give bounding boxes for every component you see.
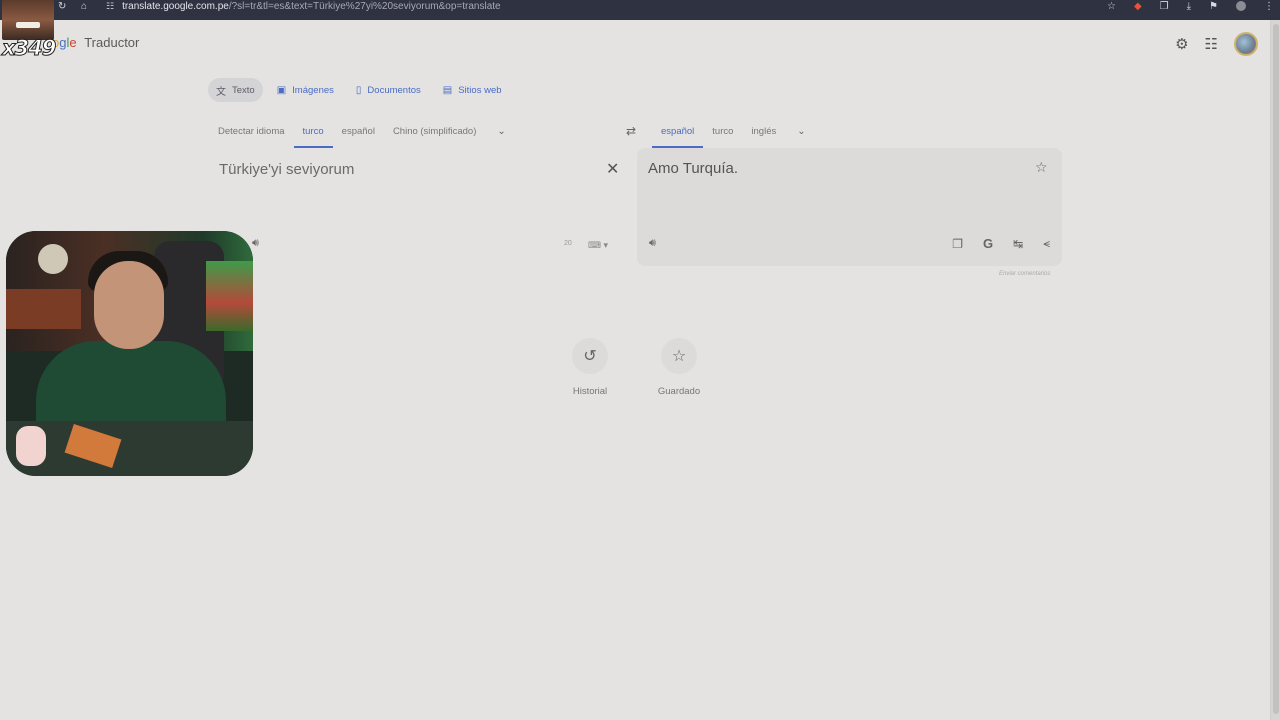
streamer-webcam (6, 231, 253, 476)
overlay-face-image (2, 0, 54, 40)
copy-icon[interactable]: ❐ (952, 237, 963, 251)
listen-source-icon[interactable]: 🔊︎ (252, 237, 259, 250)
website-icon: ▤ (442, 84, 453, 96)
settings-gear-icon[interactable]: ⚙ (1175, 35, 1188, 53)
browser-toolbar: ↻ ⌂ ☷ translate.google.com.pe /?sl=tr&tl… (0, 0, 1280, 20)
saved-shortcut[interactable]: ☆ Guardado (649, 338, 709, 397)
source-text-input[interactable]: Türkiye'yi seviyorum (219, 161, 354, 178)
mode-tabs: 文 Texto ▣ Imágenes ▯ Documentos ▤ Sitios… (208, 78, 510, 102)
extension-icon[interactable]: ◆ (1134, 1, 1142, 12)
source-language-option[interactable]: español (333, 120, 384, 142)
account-avatar[interactable] (1234, 32, 1258, 56)
tab-label: Sitios web (458, 84, 502, 96)
tab-label: Documentos (367, 84, 421, 96)
rate-translation-icon[interactable]: ↹ (1013, 237, 1023, 251)
source-language-option[interactable]: turco (293, 120, 333, 148)
save-translation-star-icon[interactable]: ☆ (1035, 159, 1048, 176)
tab-text[interactable]: 文 Texto (208, 78, 263, 102)
target-language-bar: español turco inglés ⌄ (652, 120, 818, 148)
reload-icon[interactable]: ↻ (58, 0, 66, 12)
detect-language-option[interactable]: Detectar idioma (209, 120, 294, 142)
logo-letter: e (69, 35, 77, 50)
address-bar[interactable]: ☷ translate.google.com.pe /?sl=tr&tl=es&… (106, 0, 1086, 12)
download-icon[interactable]: ⤓ (1187, 1, 1191, 12)
bookmark-star-icon[interactable]: ☆ (1107, 1, 1116, 12)
share-icon[interactable]: ⪪ (1043, 236, 1050, 251)
apps-grid-icon[interactable]: ☷ (1205, 35, 1218, 53)
translation-output: Amo Turquía. (648, 160, 739, 177)
product-name: Traductor (84, 35, 140, 50)
listen-translation-icon[interactable]: 🔊︎ (649, 237, 656, 250)
image-icon: ▣ (276, 84, 287, 96)
clear-text-icon[interactable]: ✕ (606, 159, 619, 179)
keyboard-icon[interactable]: ⌨ ▾ (588, 240, 608, 251)
saved-star-icon: ☆ (661, 338, 697, 374)
profile-icon[interactable] (1236, 1, 1246, 11)
chevron-down-icon[interactable]: ⌄ (485, 126, 517, 137)
google-search-icon[interactable]: G (983, 236, 993, 251)
page-scrollbar[interactable] (1270, 20, 1280, 720)
header-actions: ⚙ ☷ (1175, 32, 1258, 56)
saved-label: Guardado (657, 386, 701, 397)
target-language-option[interactable]: inglés (742, 120, 785, 142)
chevron-down-icon[interactable]: ⌄ (785, 126, 817, 137)
home-icon[interactable]: ⌂ (81, 0, 87, 12)
url-host: translate.google.com.pe (122, 0, 229, 12)
document-icon: ▯ (355, 84, 362, 96)
google-translate-logo[interactable]: ogle Traductor (52, 35, 139, 50)
source-text-panel: Türkiye'yi seviyorum ✕ 🔊︎ 20 ⌨ ▾ (208, 148, 632, 266)
tab-websites[interactable]: ▤ Sitios web (435, 78, 510, 102)
tab-label: Imágenes (292, 84, 334, 96)
history-icon: ↺ (572, 338, 608, 374)
send-feedback-link[interactable]: Enviar comentarios (999, 271, 1050, 277)
url-path: /?sl=tr&tl=es&text=Türkiye%27yi%20seviyo… (228, 0, 501, 12)
source-language-option[interactable]: Chino (simplificado) (384, 120, 485, 142)
scrollbar-thumb[interactable] (1273, 24, 1279, 714)
tab-label: Texto (232, 84, 255, 96)
overlay-counter: x349 (1, 36, 56, 61)
target-language-option[interactable]: turco (703, 120, 742, 142)
translation-actions: ❐ G ↹ ⪪ (952, 236, 1050, 251)
translation-panel: Amo Turquía. ☆ 🔊︎ ❐ G ↹ ⪪ (637, 148, 1062, 266)
history-label: Historial (572, 386, 608, 397)
site-info-icon[interactable]: ☷ (106, 1, 114, 12)
menu-icon[interactable]: ⋮ (1264, 1, 1274, 12)
character-count: 20 (564, 240, 572, 247)
source-language-bar: Detectar idioma turco español Chino (sim… (209, 120, 518, 148)
tab-images[interactable]: ▣ Imágenes (269, 78, 342, 102)
puzzle-icon[interactable]: ❐ (1160, 1, 1169, 12)
swap-languages-icon[interactable]: ⇄ (626, 124, 636, 138)
translate-icon: 文 (216, 86, 226, 98)
extensions-icon[interactable]: ⚑ (1209, 1, 1218, 12)
tab-documents[interactable]: ▯ Documentos (348, 78, 429, 102)
history-shortcut[interactable]: ↺ Historial (560, 338, 620, 397)
target-language-option[interactable]: español (652, 120, 704, 148)
browser-toolbar-icons: ☆ ◆ ❐ ⤓ ⚑ ⋮ (1107, 0, 1274, 12)
